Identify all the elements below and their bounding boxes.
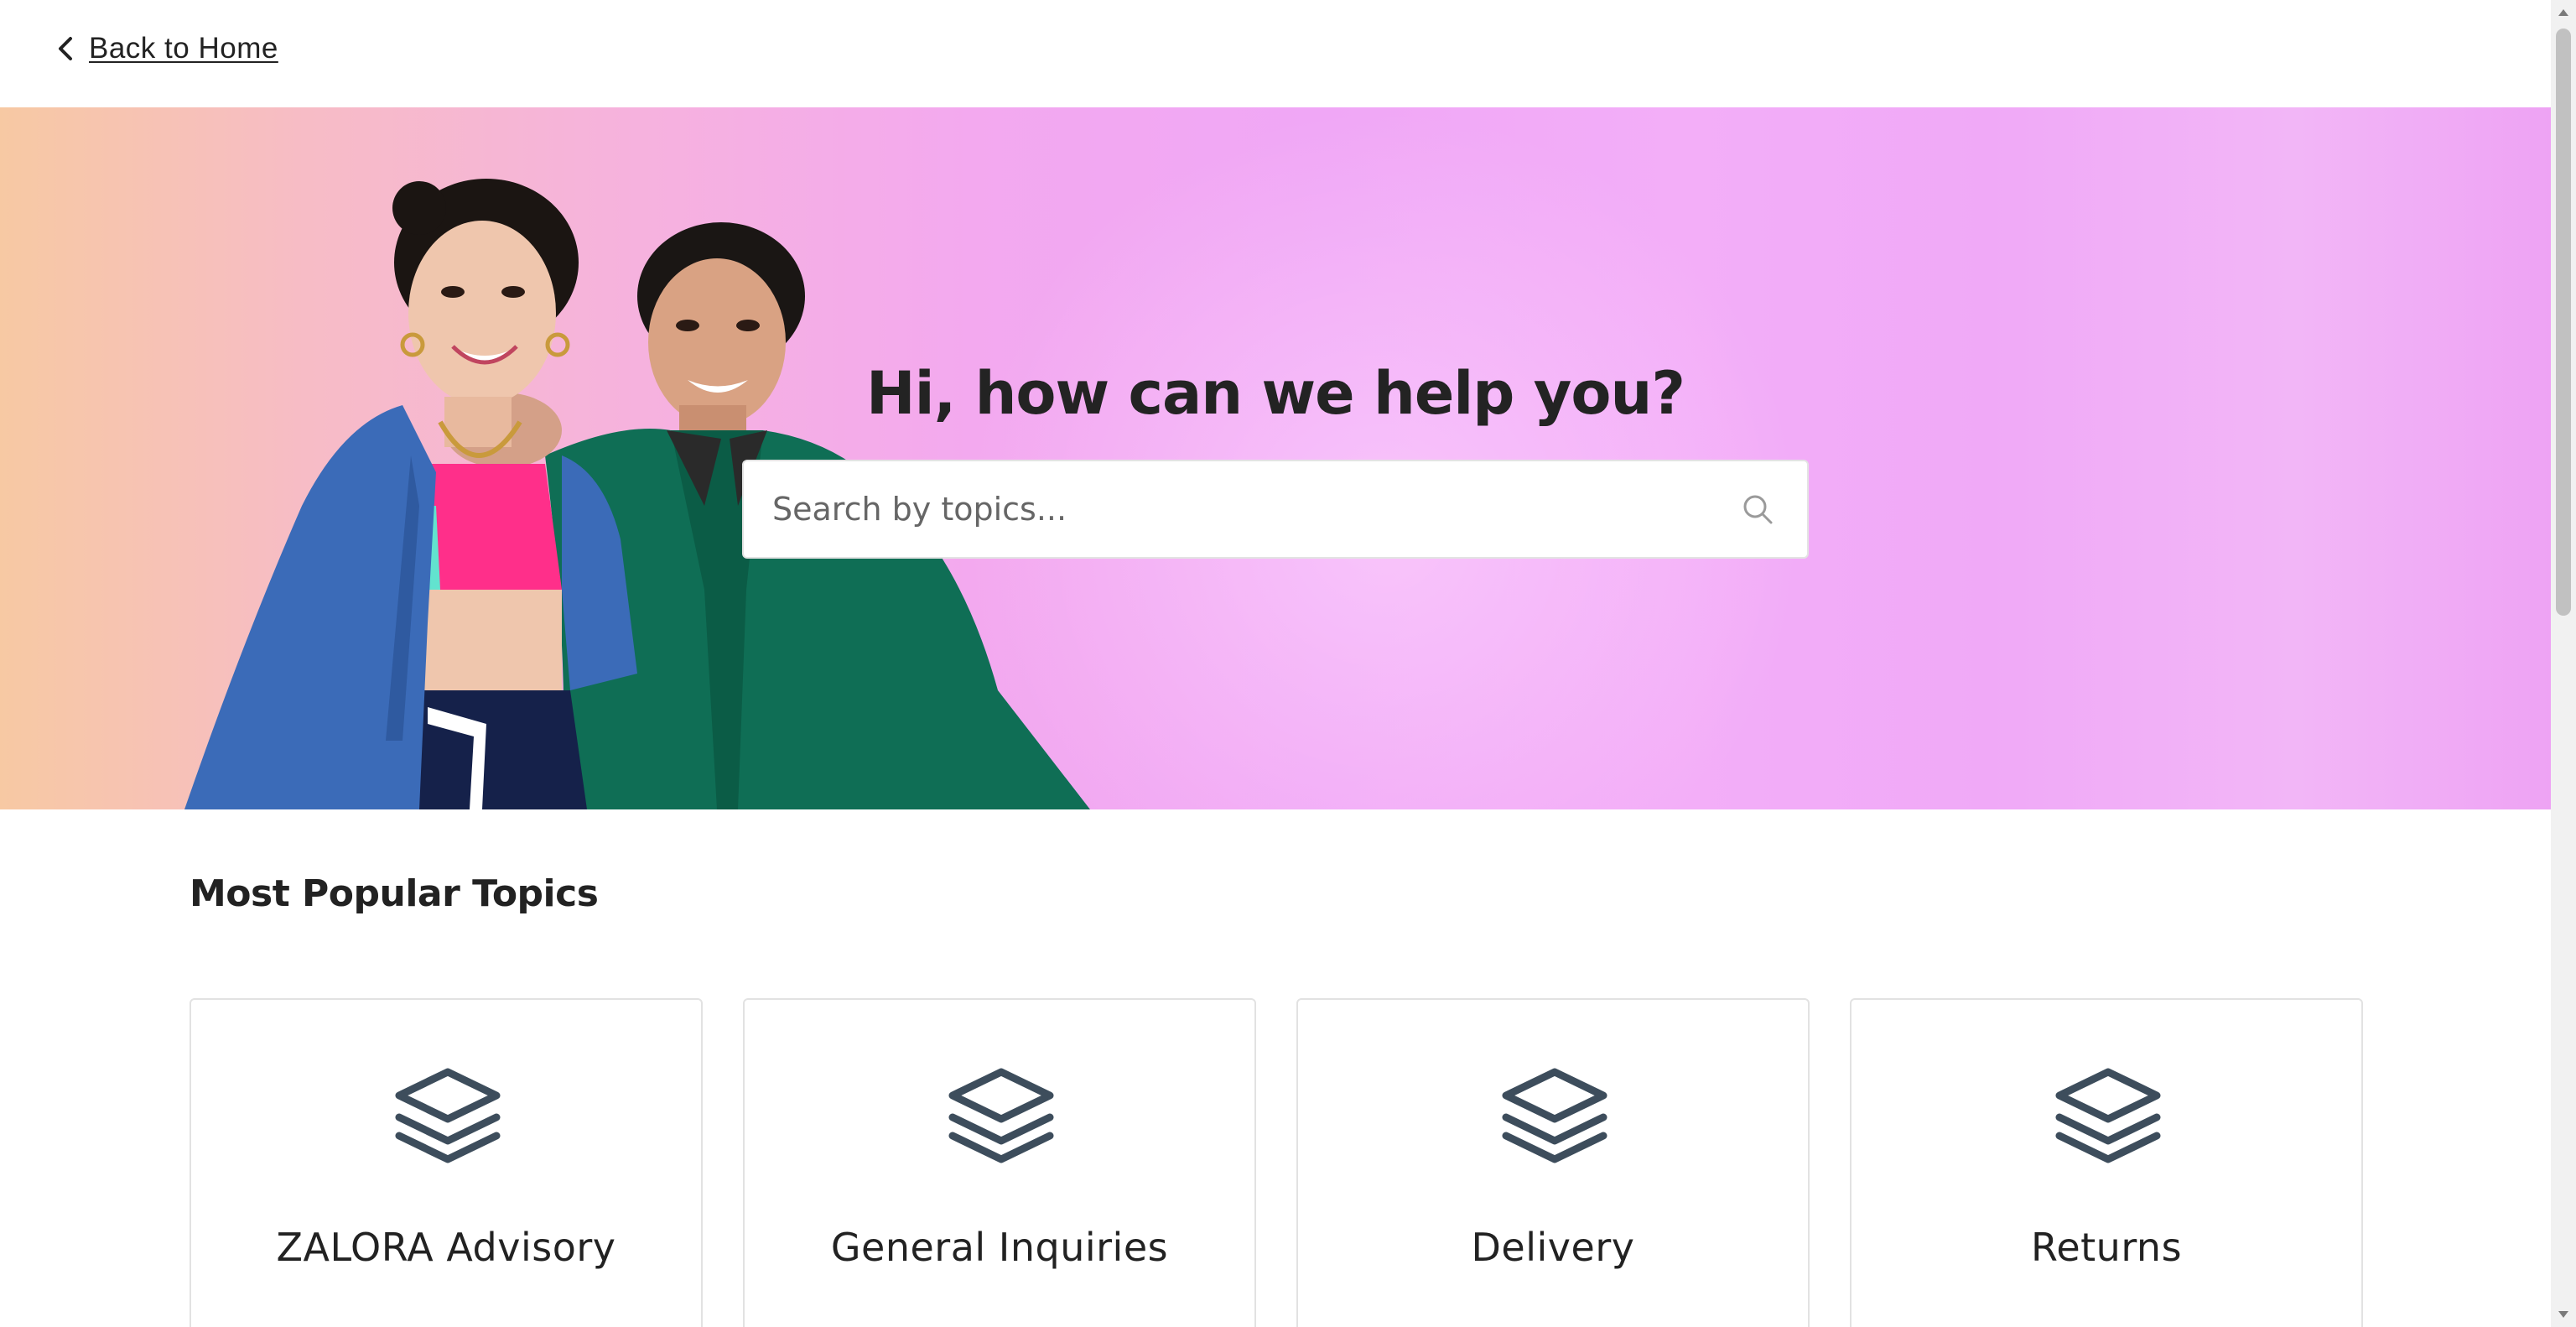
popular-topics-heading: Most Popular Topics (190, 872, 599, 915)
topic-card-general-inquiries[interactable]: General Inquiries (743, 998, 1256, 1327)
search-input[interactable] (744, 461, 1740, 557)
scroll-down-arrow-icon[interactable] (2551, 1302, 2576, 1327)
scrollbar-thumb[interactable] (2556, 29, 2571, 616)
topic-card-delivery[interactable]: Delivery (1296, 998, 1810, 1327)
layers-icon (1502, 1068, 1607, 1163)
search-icon[interactable] (1740, 492, 1775, 527)
topic-card-zalora-advisory[interactable]: ZALORA Advisory (190, 998, 703, 1327)
topic-card-label: General Inquiries (830, 1225, 1169, 1270)
hero-banner: Hi, how can we help you? (0, 107, 2551, 809)
layers-icon (948, 1068, 1054, 1163)
help-center-page: Back to Home Hi, how can we help you? Se… (0, 0, 2576, 1327)
back-to-home-label: Back to Home (89, 32, 278, 65)
back-to-home-link[interactable]: Back to Home (54, 32, 278, 65)
layers-icon (2055, 1068, 2161, 1163)
chevron-left-icon (59, 37, 72, 60)
top-bar: Back to Home (0, 0, 2551, 107)
scroll-up-arrow-icon[interactable] (2551, 0, 2576, 25)
topic-card-returns[interactable]: Returns (1850, 998, 2363, 1327)
search-box (742, 460, 1809, 559)
vertical-scrollbar[interactable] (2551, 0, 2576, 1327)
layers-icon (395, 1068, 501, 1163)
hero-title: Hi, how can we help you? (866, 359, 1685, 428)
topic-card-label: Returns (2030, 1225, 2183, 1270)
topic-card-label: ZALORA Advisory (276, 1225, 616, 1270)
popular-topics-list: ZALORA Advisory General Inquiries Delive… (190, 998, 2363, 1327)
topic-card-label: Delivery (1471, 1225, 1635, 1270)
